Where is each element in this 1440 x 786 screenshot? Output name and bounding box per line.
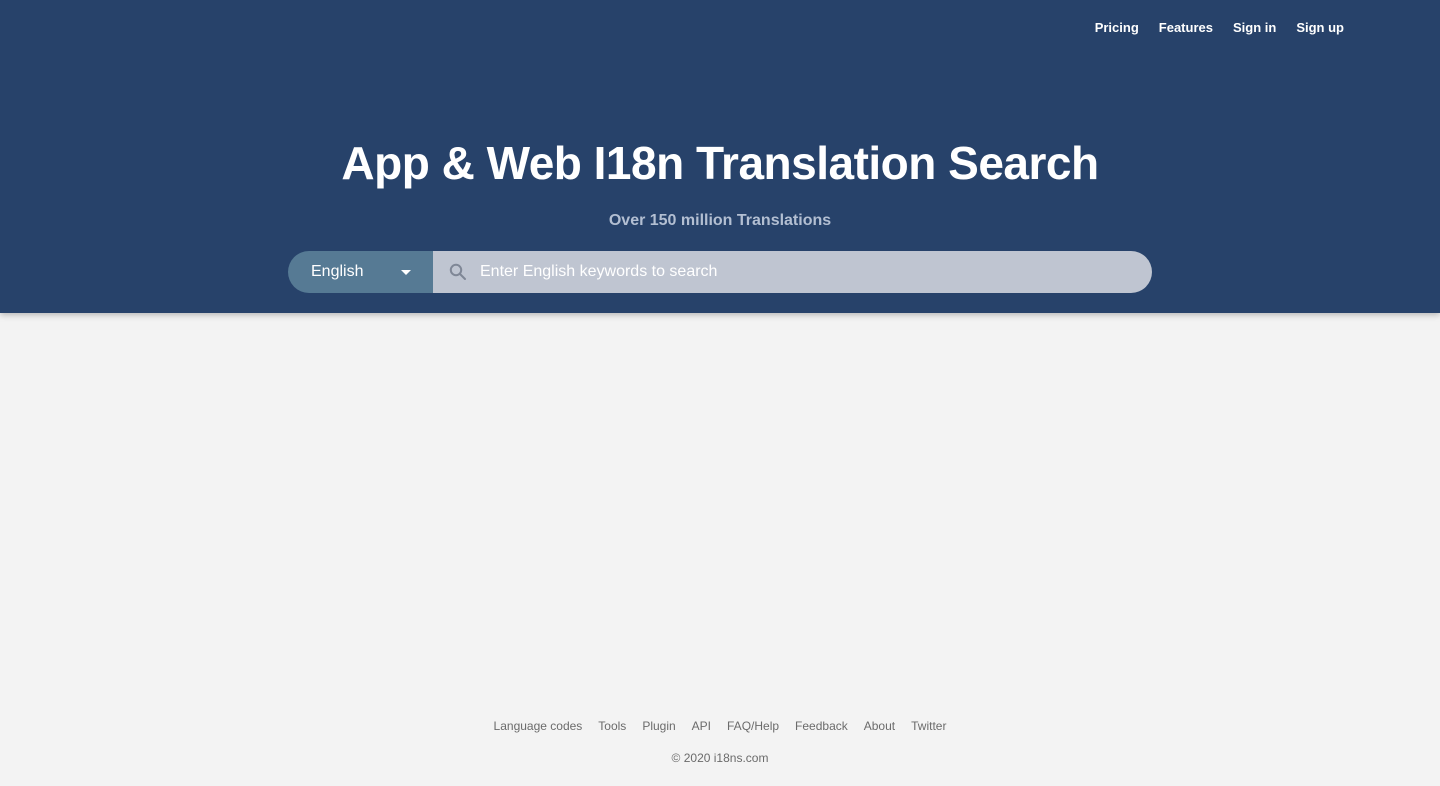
language-select[interactable]: English (288, 251, 433, 293)
footer-link-twitter[interactable]: Twitter (911, 719, 946, 733)
hero-header: Pricing Features Sign in Sign up App & W… (0, 0, 1440, 313)
page-subtitle: Over 150 million Translations (608, 212, 832, 229)
footer-link-about[interactable]: About (864, 719, 895, 733)
footer-link-faq-help[interactable]: FAQ/Help (727, 719, 779, 733)
search-field (433, 251, 1152, 293)
search-icon (449, 263, 467, 281)
footer-link-language-codes[interactable]: Language codes (494, 719, 583, 733)
nav-sign-in-link[interactable]: Sign in (1233, 20, 1276, 35)
search-bar: English (288, 251, 1152, 293)
footer-link-api[interactable]: API (692, 719, 711, 733)
nav-sign-up-link[interactable]: Sign up (1296, 20, 1344, 35)
footer-link-tools[interactable]: Tools (598, 719, 626, 733)
search-input[interactable] (478, 262, 1122, 282)
nav-pricing-link[interactable]: Pricing (1095, 20, 1139, 35)
page-title: App & Web I18n Translation Search (341, 137, 1099, 189)
footer-link-plugin[interactable]: Plugin (642, 719, 675, 733)
top-nav: Pricing Features Sign in Sign up (1095, 20, 1344, 35)
footer-links: Language codes Tools Plugin API FAQ/Help… (0, 719, 1440, 733)
footer-link-feedback[interactable]: Feedback (795, 719, 848, 733)
caret-down-icon (401, 269, 411, 275)
copyright-text: © 2020 i18ns.com (671, 751, 769, 765)
nav-features-link[interactable]: Features (1159, 20, 1213, 35)
language-select-value: English (311, 263, 364, 280)
